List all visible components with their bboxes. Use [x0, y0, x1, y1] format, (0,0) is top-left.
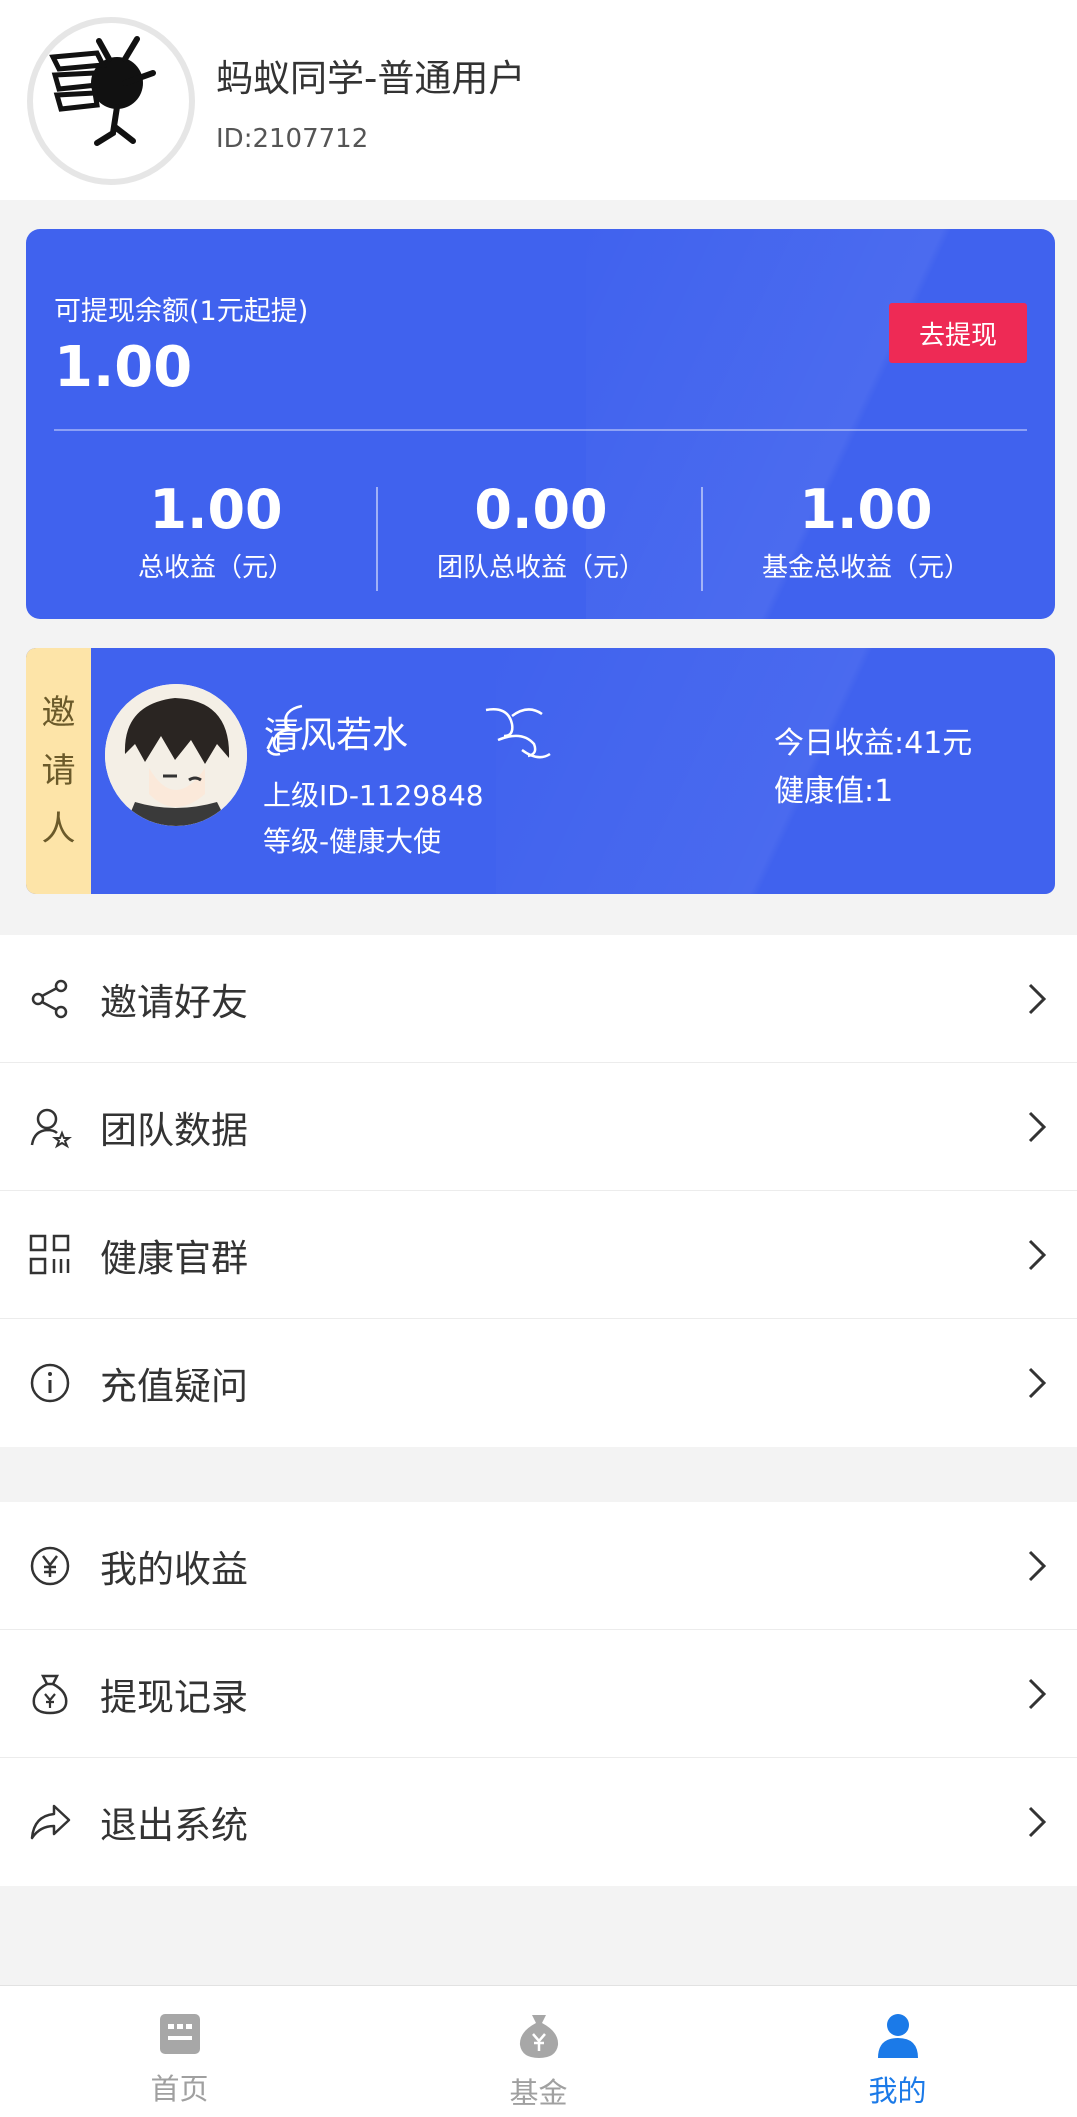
ornament-right-icon [485, 708, 551, 759]
money-bag-icon [32, 1674, 68, 1714]
menu-label: 邀请好友 [100, 980, 248, 1024]
person-icon [877, 2014, 918, 2058]
tab-home[interactable]: 首页 [0, 1986, 359, 2117]
withdraw-button[interactable]: 去提现 [889, 303, 1027, 363]
forward-icon [30, 1804, 71, 1840]
inviter-tag: 邀 请 人 [26, 648, 91, 894]
inviter-today-earnings: 今日收益:41元 [774, 726, 973, 761]
balance-card: 可提现余额(1元起提) 1.00 去提现 1.00 总收益（元） 0.00 团队… [26, 229, 1055, 619]
balance-divider [54, 429, 1027, 431]
chevron-right-icon [1028, 1367, 1047, 1399]
stat-label: 基金总收益（元） [761, 553, 970, 583]
tab-label: 基金 [509, 2076, 568, 2110]
menu-label: 团队数据 [100, 1108, 248, 1152]
inviter-health: 健康值:1 [774, 774, 894, 809]
tab-label: 我的 [868, 2074, 927, 2108]
menu-group-account: 我的收益 提现记录 退出系统 [0, 1502, 1077, 1886]
username: 蚂蚁同学-普通用户 [216, 57, 526, 100]
menu-item-my-earnings[interactable]: 我的收益 [0, 1502, 1077, 1630]
inviter-card[interactable]: 邀 请 人 清风若水 上级ID-1129848 等级-健康大使 今日收益:41元… [26, 648, 1055, 894]
stat-team-earnings: 0.00 团队总收益（元） [379, 479, 703, 584]
menu-item-recharge-faq[interactable]: 充值疑问 [0, 1319, 1077, 1447]
chevron-right-icon [1028, 1111, 1047, 1142]
chevron-right-icon [1028, 1239, 1047, 1270]
tab-mine[interactable]: 我的 [718, 1986, 1077, 2117]
share-icon [31, 979, 68, 1018]
inviter-tag-char: 人 [41, 809, 76, 849]
menu-item-invite-friends[interactable]: 邀请好友 [0, 935, 1077, 1063]
stat-label: 总收益（元） [137, 553, 294, 583]
profile-header: 蚂蚁同学-普通用户 ID:2107712 [0, 0, 1077, 200]
menu-item-withdraw-records[interactable]: 提现记录 [0, 1630, 1077, 1758]
menu-item-team-data[interactable]: 团队数据 [0, 1063, 1077, 1191]
menu-label: 提现记录 [100, 1675, 248, 1719]
inviter-tag-char: 请 [41, 751, 76, 791]
stat-fund-earnings: 1.00 基金总收益（元） [704, 479, 1028, 584]
balance-label: 可提现余额(1元起提) [54, 296, 309, 327]
stat-label: 团队总收益（元） [436, 553, 645, 583]
tab-fund[interactable]: 基金 [359, 1986, 718, 2117]
qrcode-icon [29, 1234, 70, 1274]
chevron-right-icon [1028, 1678, 1047, 1709]
inviter-avatar [105, 684, 247, 826]
inviter-name: 清风若水 [264, 715, 409, 756]
home-icon [159, 2014, 200, 2054]
yen-circle-icon [30, 1546, 70, 1585]
chevron-right-icon [1028, 983, 1047, 1014]
menu-label: 健康官群 [100, 1236, 248, 1280]
user-id: ID:2107712 [216, 124, 369, 154]
inviter-superior-id: 上级ID-1129848 [263, 779, 484, 812]
stat-total-earnings: 1.00 总收益（元） [54, 479, 378, 584]
stat-separator [701, 487, 703, 591]
user-star-icon [30, 1108, 72, 1148]
tab-label: 首页 [150, 2072, 209, 2106]
menu-label: 充值疑问 [100, 1365, 248, 1408]
menu-item-logout[interactable]: 退出系统 [0, 1758, 1077, 1886]
chevron-right-icon [1028, 1550, 1047, 1581]
menu-label: 我的收益 [100, 1547, 248, 1591]
info-icon [30, 1363, 70, 1403]
stat-separator [376, 487, 378, 591]
stat-value: 0.00 [474, 478, 608, 541]
chevron-right-icon [1028, 1806, 1047, 1838]
stat-value: 1.00 [799, 478, 933, 541]
menu-group-main: 邀请好友 团队数据 健康官群 充值疑问 [0, 935, 1077, 1447]
bottom-tab-bar: 首页 基金 我的 [0, 1985, 1077, 2117]
inviter-level: 等级-健康大使 [263, 825, 442, 858]
menu-label: 退出系统 [100, 1804, 248, 1847]
menu-item-health-group[interactable]: 健康官群 [0, 1191, 1077, 1319]
stat-value: 1.00 [149, 478, 283, 541]
inviter-tag-char: 邀 [41, 693, 76, 733]
balance-value: 1.00 [54, 335, 193, 400]
user-avatar[interactable] [27, 17, 195, 185]
fund-bag-icon [519, 2015, 558, 2058]
